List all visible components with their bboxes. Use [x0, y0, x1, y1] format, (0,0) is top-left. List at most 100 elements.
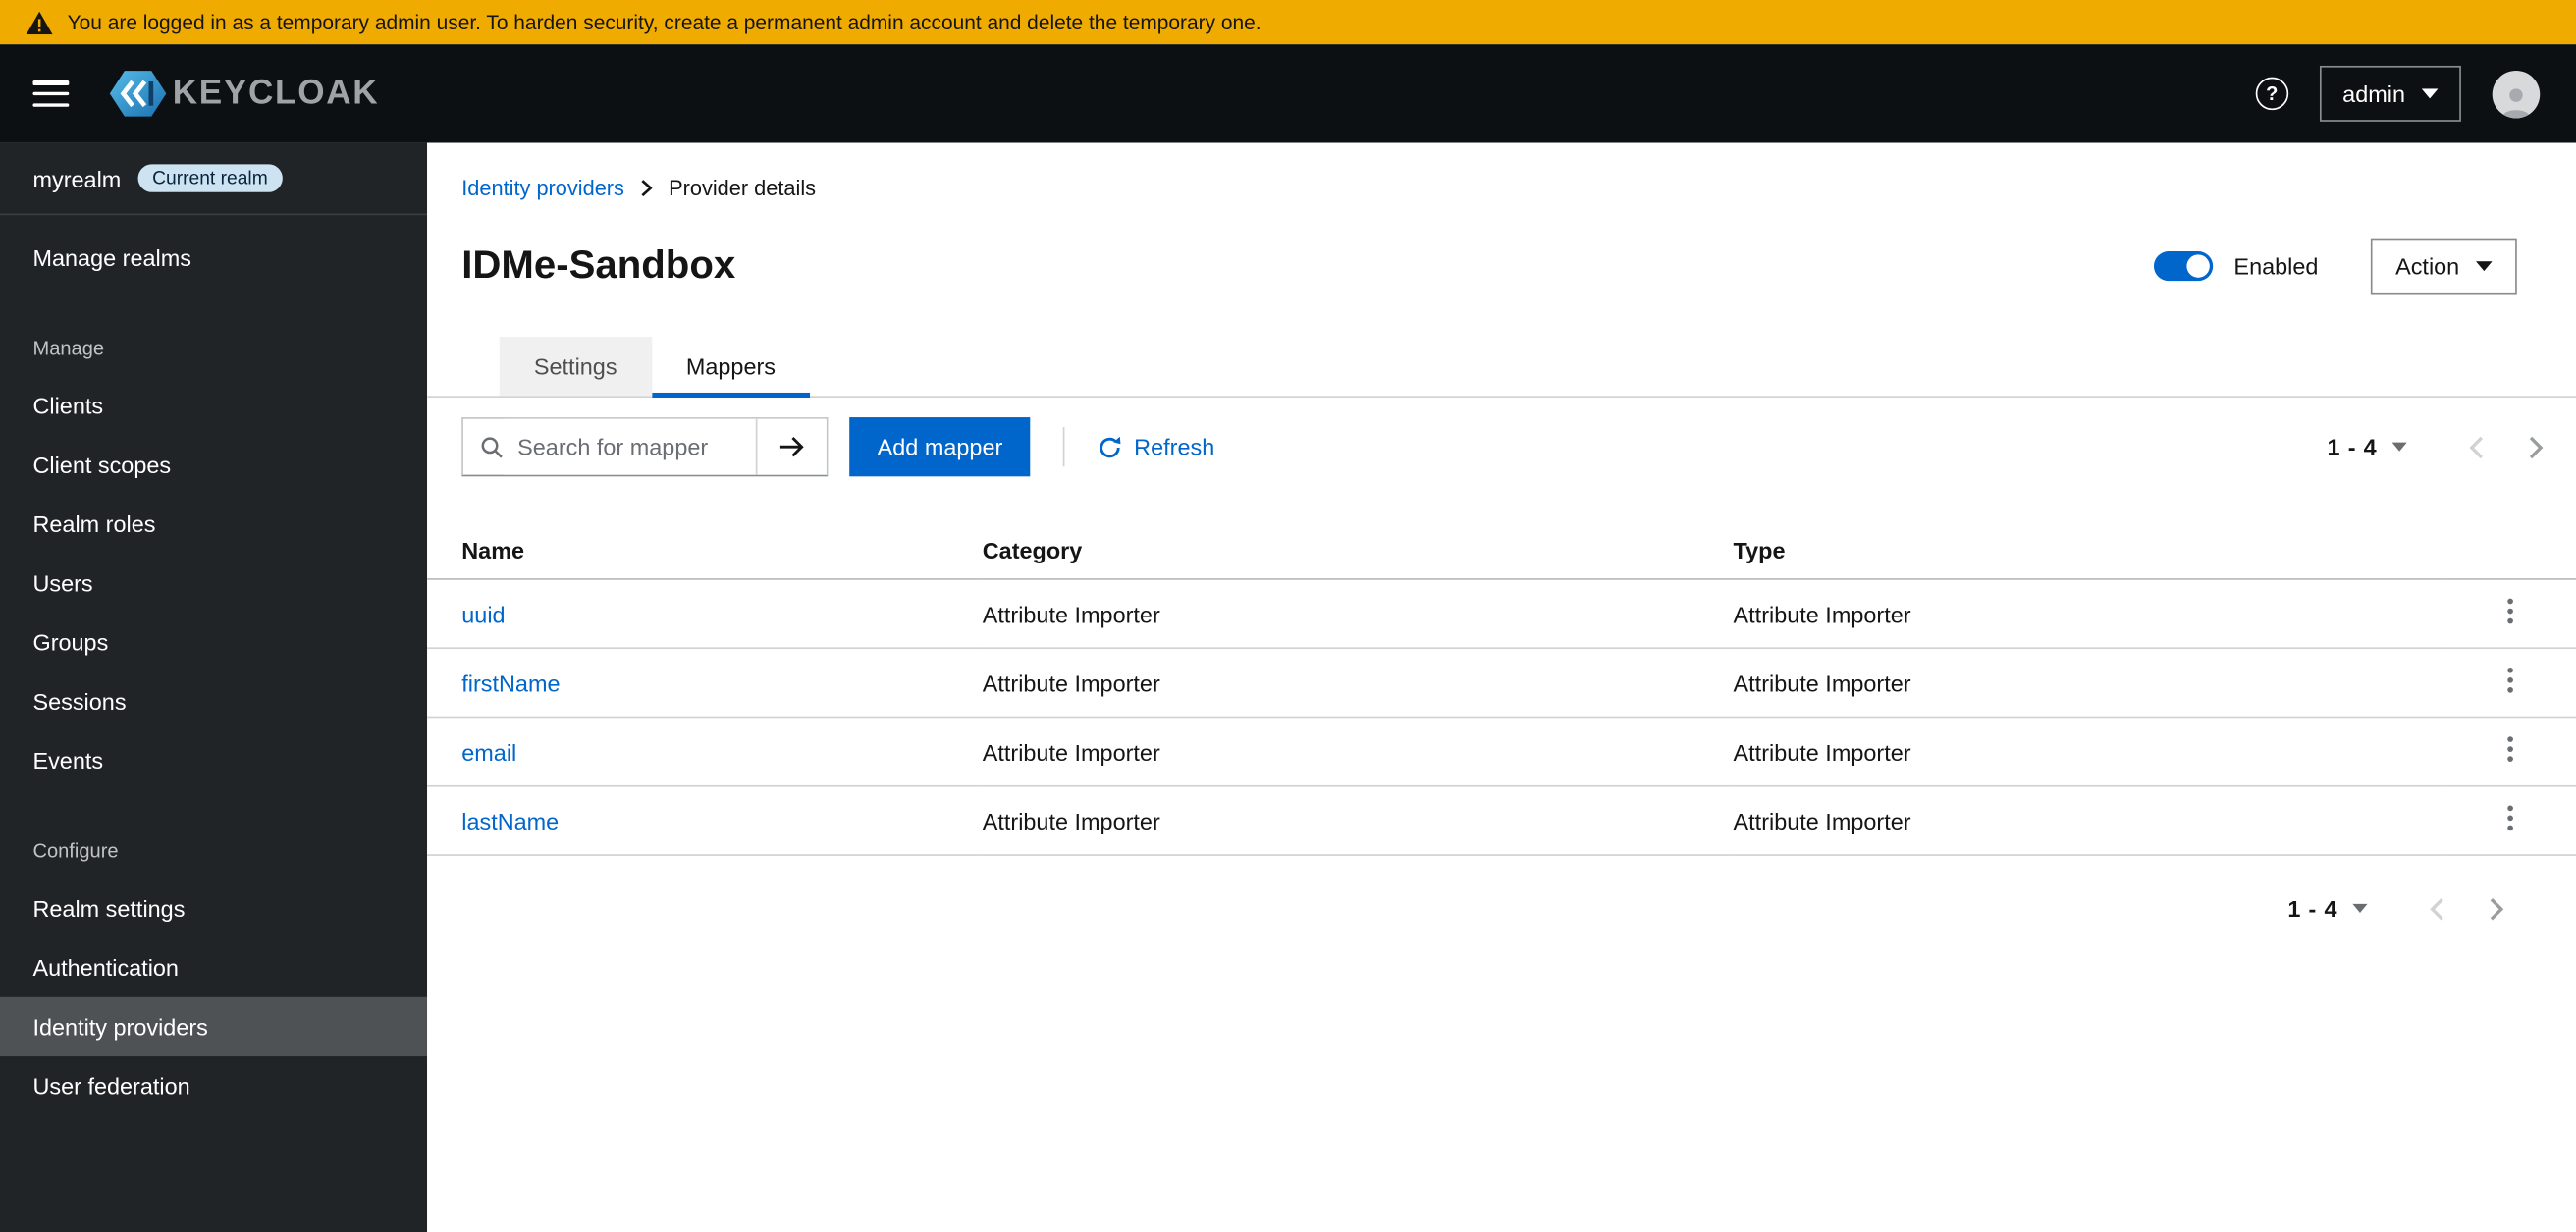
tab-mappers[interactable]: Mappers	[651, 337, 811, 398]
kebab-menu-button[interactable]	[2497, 595, 2524, 632]
sidebar: myrealm Current realm Manage realms Mana…	[0, 142, 428, 1232]
table-row: uuid Attribute Importer Attribute Import…	[427, 578, 2576, 650]
masthead: KEYCLOAK ? admin	[0, 44, 2576, 143]
enabled-toggle[interactable]	[2153, 251, 2213, 282]
brand-text: KEYCLOAK	[172, 74, 380, 112]
kebab-icon	[2507, 736, 2513, 763]
sidebar-item-users[interactable]: Users	[0, 554, 427, 613]
warning-banner: You are logged in as a temporary admin u…	[0, 0, 2576, 45]
kebab-icon	[2507, 598, 2513, 624]
chevron-left-icon	[2430, 897, 2443, 920]
chevron-down-icon	[2475, 261, 2493, 272]
mapper-link-uuid[interactable]: uuid	[461, 601, 505, 627]
mapper-link-firstname[interactable]: firstName	[461, 670, 560, 696]
kebab-icon	[2507, 667, 2513, 693]
chevron-right-icon	[2529, 435, 2544, 458]
tabs: Settings Mappers	[427, 337, 2576, 398]
sidebar-section-configure: Configure	[32, 839, 119, 863]
cell-type: Attribute Importer	[1733, 578, 2445, 650]
arrow-right-icon	[779, 436, 804, 457]
toggle-knob	[2185, 254, 2210, 278]
keycloak-logo[interactable]: KEYCLOAK	[108, 66, 379, 122]
breadcrumb-link-identity-providers[interactable]: Identity providers	[461, 176, 624, 200]
sidebar-item-clients[interactable]: Clients	[0, 376, 427, 435]
column-header-name: Name	[427, 522, 983, 580]
cell-type: Attribute Importer	[1733, 785, 2445, 856]
pagination-options-toggle[interactable]	[2391, 442, 2407, 452]
user-menu-label: admin	[2342, 80, 2406, 107]
refresh-button[interactable]: Refresh	[1098, 434, 1214, 460]
sidebar-item-client-scopes[interactable]: Client scopes	[0, 435, 427, 494]
realm-name: myrealm	[32, 165, 122, 191]
pagination-bottom: 1 - 4	[2287, 895, 2504, 922]
toolbar: Add mapper Refresh 1 - 4	[427, 398, 2576, 496]
pagination-range: 1 - 4	[2287, 895, 2338, 922]
search-submit-button[interactable]	[755, 418, 827, 475]
add-mapper-button[interactable]: Add mapper	[849, 417, 1031, 477]
search-group	[461, 417, 829, 477]
table-header-row: Name Category Type	[427, 522, 2576, 580]
pagination-next-button[interactable]	[2489, 896, 2504, 921]
current-realm-badge: Current realm	[137, 164, 283, 192]
column-header-actions	[2444, 522, 2576, 580]
title-row: IDMe-Sandbox Enabled Action	[427, 200, 2576, 295]
kebab-icon	[2507, 805, 2513, 831]
avatar[interactable]	[2492, 70, 2541, 118]
mappers-table: Name Category Type uuid Attribute Import…	[427, 522, 2576, 856]
cell-category: Attribute Importer	[982, 785, 1734, 856]
pagination-options-toggle[interactable]	[2352, 903, 2368, 913]
warning-icon	[26, 10, 53, 34]
realm-selector[interactable]: myrealm Current realm	[0, 143, 428, 216]
action-dropdown-label: Action	[2395, 252, 2460, 280]
sidebar-item-manage-realms[interactable]: Manage realms	[0, 229, 427, 288]
user-menu-dropdown[interactable]: admin	[2319, 65, 2461, 122]
chevron-right-icon	[2490, 897, 2504, 920]
cell-category: Attribute Importer	[982, 717, 1734, 787]
sidebar-item-user-federation[interactable]: User federation	[0, 1056, 427, 1115]
breadcrumb-current: Provider details	[669, 176, 817, 201]
keycloak-logo-icon	[109, 71, 167, 117]
sidebar-item-realm-roles[interactable]: Realm roles	[0, 495, 427, 554]
sidebar-item-realm-settings[interactable]: Realm settings	[0, 879, 427, 937]
sidebar-item-sessions[interactable]: Sessions	[0, 671, 427, 730]
column-header-type: Type	[1733, 522, 2445, 580]
chevron-down-icon	[2352, 903, 2368, 913]
mapper-link-lastname[interactable]: lastName	[461, 808, 559, 834]
help-icon[interactable]: ?	[2255, 77, 2288, 111]
sidebar-item-authentication[interactable]: Authentication	[0, 938, 427, 997]
enabled-label: Enabled	[2233, 252, 2319, 280]
breadcrumb-chevron-icon	[641, 180, 653, 197]
sidebar-item-events[interactable]: Events	[0, 731, 427, 790]
pagination-prev-button[interactable]	[2430, 896, 2444, 921]
column-header-category: Category	[982, 522, 1734, 580]
chevron-down-icon	[2421, 88, 2439, 99]
cell-category: Attribute Importer	[982, 578, 1734, 650]
action-dropdown[interactable]: Action	[2370, 238, 2517, 295]
pagination-range: 1 - 4	[2327, 433, 2378, 460]
pagination-prev-button[interactable]	[2469, 435, 2484, 459]
refresh-icon	[1100, 435, 1121, 457]
hamburger-icon	[32, 80, 70, 85]
kebab-menu-button[interactable]	[2497, 802, 2524, 839]
chevron-down-icon	[2391, 442, 2407, 452]
search-input[interactable]	[504, 418, 756, 475]
sidebar-section-manage: Manage	[32, 337, 105, 360]
warning-banner-text: You are logged in as a temporary admin u…	[67, 10, 1261, 34]
sidebar-item-identity-providers[interactable]: Identity providers	[0, 996, 428, 1057]
cell-type: Attribute Importer	[1733, 717, 2445, 787]
sidebar-item-groups[interactable]: Groups	[0, 613, 427, 671]
kebab-menu-button[interactable]	[2497, 732, 2524, 770]
search-icon	[463, 419, 505, 475]
kebab-menu-button[interactable]	[2497, 664, 2524, 701]
tab-settings[interactable]: Settings	[499, 337, 652, 397]
mapper-link-email[interactable]: email	[461, 738, 516, 765]
refresh-label: Refresh	[1134, 433, 1215, 460]
nav-toggle-button[interactable]	[32, 80, 70, 107]
table-row: firstName Attribute Importer Attribute I…	[427, 648, 2576, 719]
avatar-person-icon	[2501, 87, 2531, 118]
pagination-next-button[interactable]	[2529, 435, 2544, 459]
table-row: email Attribute Importer Attribute Impor…	[427, 717, 2576, 787]
table-row: lastName Attribute Importer Attribute Im…	[427, 785, 2576, 856]
main-content: Identity providers Provider details IDMe…	[427, 142, 2576, 1232]
toolbar-divider	[1063, 427, 1065, 467]
